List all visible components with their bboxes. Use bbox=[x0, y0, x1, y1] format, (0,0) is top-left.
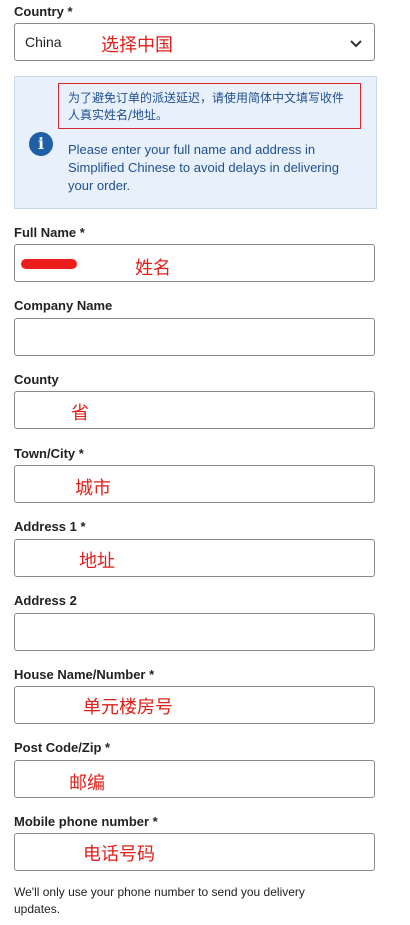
address1-input[interactable]: 地址 bbox=[14, 539, 375, 577]
full-name-label: Full Name * bbox=[14, 225, 85, 240]
full-name-input[interactable]: 姓名 bbox=[14, 244, 375, 282]
county-annotation: 省 bbox=[71, 403, 89, 424]
town-annotation: 城市 bbox=[75, 478, 111, 499]
english-note: Please enter your full name and address … bbox=[68, 142, 339, 193]
info-notice: i 为了避免订单的派送延迟，请使用简体中文填写收件人真实姓名/地址。 Pleas… bbox=[14, 76, 377, 209]
address1-label: Address 1 * bbox=[14, 519, 86, 534]
country-value: China bbox=[25, 34, 62, 50]
town-label: Town/City * bbox=[14, 446, 84, 461]
country-select[interactable]: China 选择中国 bbox=[14, 23, 375, 61]
postcode-annotation: 邮编 bbox=[69, 773, 105, 794]
info-icon: i bbox=[29, 132, 53, 156]
postcode-input[interactable]: 邮编 bbox=[14, 760, 375, 798]
mobile-input[interactable]: 电话号码 bbox=[14, 833, 375, 871]
address2-label: Address 2 bbox=[14, 593, 77, 608]
mobile-label: Mobile phone number * bbox=[14, 814, 158, 829]
country-annotation: 选择中国 bbox=[101, 35, 173, 56]
address1-annotation: 地址 bbox=[79, 551, 115, 572]
county-label: County bbox=[14, 372, 59, 387]
full-name-annotation: 姓名 bbox=[135, 258, 171, 279]
country-label: Country * bbox=[14, 4, 73, 19]
postcode-label: Post Code/Zip * bbox=[14, 740, 111, 755]
company-label: Company Name bbox=[14, 298, 113, 313]
house-label: House Name/Number * bbox=[14, 667, 155, 682]
house-input[interactable]: 单元楼房号 bbox=[14, 686, 375, 724]
county-input[interactable]: 省 bbox=[14, 391, 375, 429]
town-input[interactable]: 城市 bbox=[14, 465, 375, 503]
house-annotation: 单元楼房号 bbox=[83, 697, 173, 718]
mobile-annotation: 电话号码 bbox=[83, 844, 155, 865]
phone-usage-note: We'll only use your phone number to send… bbox=[14, 885, 305, 916]
address2-input[interactable] bbox=[14, 613, 375, 651]
company-input[interactable] bbox=[14, 318, 375, 356]
chinese-note: 为了避免订单的派送延迟，请使用简体中文填写收件人真实姓名/地址。 bbox=[58, 83, 361, 129]
redaction-mark bbox=[21, 259, 77, 269]
chevron-down-icon bbox=[350, 40, 362, 48]
